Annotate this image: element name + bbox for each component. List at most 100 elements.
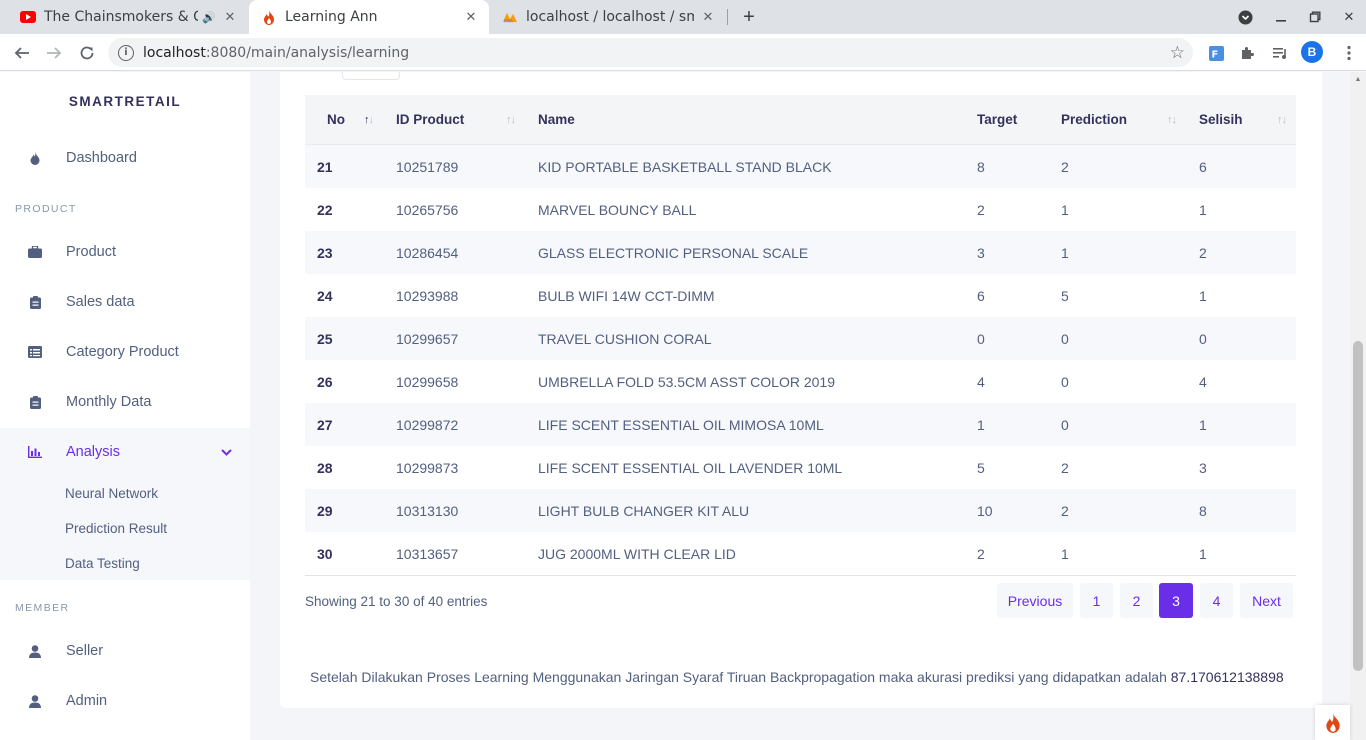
address-bar[interactable]: i localhost:8080/main/analysis/learning …: [108, 38, 1193, 67]
cell-no: 24: [317, 287, 333, 304]
close-tab-icon[interactable]: ✕: [222, 9, 238, 25]
pagination-page-3-current[interactable]: 3: [1159, 583, 1193, 618]
cell-prediction: 1: [1061, 244, 1069, 261]
table-row: 29 10313130 LIGHT BULB CHANGER KIT ALU 1…: [305, 489, 1296, 532]
scroll-up-arrow-icon[interactable]: ▲: [1353, 76, 1363, 84]
submenu-item-prediction-result[interactable]: Prediction Result: [65, 521, 167, 536]
cut-off-control[interactable]: [342, 72, 400, 80]
cell-prediction: 2: [1061, 158, 1069, 175]
cell-no: 27: [317, 416, 333, 433]
sidebar-item-category-product[interactable]: Category Product: [0, 330, 250, 374]
sidebar-item-label: Category Product: [66, 344, 179, 360]
pagination-previous-button[interactable]: Previous: [997, 583, 1073, 618]
browser-tab-phpmyadmin[interactable]: PMA localhost / localhost / sma ✕: [490, 0, 726, 34]
sidebar-item-product[interactable]: Product: [0, 230, 250, 274]
header-target[interactable]: Target: [977, 112, 1017, 127]
pagination-next-button[interactable]: Next: [1240, 583, 1293, 618]
reload-icon[interactable]: [75, 41, 99, 65]
accuracy-value: 87.170612138898: [1170, 669, 1284, 685]
header-no[interactable]: No: [327, 112, 345, 127]
header-id-product[interactable]: ID Product: [396, 112, 464, 127]
cell-name: BULB WIFI 14W CCT-DIMM: [538, 287, 715, 304]
cell-prediction: 2: [1061, 502, 1069, 519]
brand-logo[interactable]: SMARTRETAIL: [0, 94, 250, 109]
svg-text:PMA: PMA: [504, 19, 513, 24]
cell-id-product: 10265756: [396, 201, 459, 218]
list-alt-icon: [28, 345, 42, 359]
table-header: No ↑↓ ID Product ↑↓ Name Target Predicti…: [305, 95, 1296, 145]
header-name[interactable]: Name: [538, 112, 575, 127]
cell-id-product: 10299657: [396, 330, 459, 347]
cell-id-product: 10299872: [396, 416, 459, 433]
sort-asc-icon[interactable]: ↑↓: [364, 114, 374, 126]
sidebar-item-label: Seller: [66, 643, 104, 659]
flame-icon: [261, 9, 277, 25]
section-heading-product: PRODUCT: [15, 203, 77, 215]
minimize-window-icon[interactable]: [1272, 8, 1290, 26]
cell-target: 2: [977, 545, 985, 562]
pagination-page-2[interactable]: 2: [1120, 583, 1153, 618]
cell-selisih: 1: [1199, 545, 1207, 562]
cell-target: 8: [977, 158, 985, 175]
translate-extension-icon[interactable]: F: [1205, 42, 1227, 64]
table-row: 28 10299873 LIFE SCENT ESSENTIAL OIL LAV…: [305, 446, 1296, 489]
new-tab-button[interactable]: +: [737, 5, 761, 29]
browser-tab-youtube[interactable]: The Chainsmokers & Co 🔊 ✕: [8, 0, 248, 34]
sort-icon[interactable]: ↑↓: [1277, 114, 1287, 126]
prediction-table: No ↑↓ ID Product ↑↓ Name Target Predicti…: [305, 95, 1296, 562]
sort-icon[interactable]: ↑↓: [506, 114, 516, 126]
header-selisih[interactable]: Selisih: [1199, 112, 1243, 127]
debug-toolbar-flame-icon[interactable]: [1315, 705, 1350, 740]
header-prediction[interactable]: Prediction: [1061, 112, 1127, 127]
cell-name: KID PORTABLE BASKETBALL STAND BLACK: [538, 158, 832, 175]
sidebar-item-analysis[interactable]: Analysis: [0, 430, 250, 474]
restore-window-icon[interactable]: [1306, 8, 1324, 26]
svg-text:F: F: [1211, 49, 1218, 60]
cell-target: 6: [977, 287, 985, 304]
url-host: localhost: [143, 44, 206, 61]
table-row: 27 10299872 LIFE SCENT ESSENTIAL OIL MIM…: [305, 403, 1296, 446]
sidebar-item-admin[interactable]: Admin: [0, 679, 250, 723]
site-info-icon[interactable]: i: [118, 44, 134, 61]
tab-search-icon[interactable]: [1236, 8, 1254, 26]
pagination-page-1[interactable]: 1: [1080, 583, 1113, 618]
cell-no: 26: [317, 373, 333, 390]
back-arrow-icon[interactable]: [10, 41, 34, 65]
scrollbar-thumb[interactable]: [1353, 341, 1363, 671]
accuracy-result: Setelah Dilakukan Proses Learning Menggu…: [310, 669, 1284, 685]
cell-name: TRAVEL CUSHION CORAL: [538, 330, 712, 347]
forward-arrow-icon[interactable]: [42, 41, 66, 65]
cell-name: LIGHT BULB CHANGER KIT ALU: [538, 502, 750, 519]
close-tab-icon[interactable]: ✕: [700, 9, 716, 25]
cell-id-product: 10251789: [396, 158, 459, 175]
sidebar-item-monthly-data[interactable]: Monthly Data: [0, 380, 250, 424]
cell-prediction: 0: [1061, 373, 1069, 390]
extensions-puzzle-icon[interactable]: [1237, 42, 1259, 64]
browser-toolbar: i localhost:8080/main/analysis/learning …: [0, 34, 1366, 71]
table-row: 25 10299657 TRAVEL CUSHION CORAL 0 0 0: [305, 317, 1296, 360]
sort-icon[interactable]: ↑↓: [1167, 114, 1177, 126]
kebab-menu-icon[interactable]: [1338, 42, 1360, 64]
sidebar-item-seller[interactable]: Seller: [0, 629, 250, 673]
clipboard-icon: [28, 395, 42, 409]
audio-playing-icon[interactable]: 🔊: [202, 11, 216, 24]
briefcase-icon: [28, 245, 42, 259]
bookmark-star-icon[interactable]: ☆: [1170, 43, 1185, 63]
sidebar-item-dashboard[interactable]: Dashboard: [0, 136, 250, 180]
sidebar-item-label: Admin: [66, 693, 108, 709]
close-window-icon[interactable]: ✕: [1340, 8, 1358, 26]
submenu-item-data-testing[interactable]: Data Testing: [65, 556, 140, 571]
sidebar: SMARTRETAIL Dashboard PRODUCT Product Sa…: [0, 72, 250, 740]
browser-tab-learning[interactable]: Learning Ann ✕: [249, 0, 489, 34]
cell-no: 21: [317, 158, 333, 175]
media-queue-icon[interactable]: [1269, 42, 1291, 64]
cell-prediction: 1: [1061, 201, 1069, 218]
cell-selisih: 1: [1199, 201, 1207, 218]
cell-id-product: 10293988: [396, 287, 459, 304]
close-tab-icon[interactable]: ✕: [463, 9, 479, 25]
sidebar-item-sales-data[interactable]: Sales data: [0, 280, 250, 324]
pagination-page-4[interactable]: 4: [1200, 583, 1233, 618]
cell-no: 23: [317, 244, 333, 261]
profile-avatar[interactable]: B: [1301, 41, 1323, 63]
submenu-item-neural-network[interactable]: Neural Network: [65, 486, 158, 501]
